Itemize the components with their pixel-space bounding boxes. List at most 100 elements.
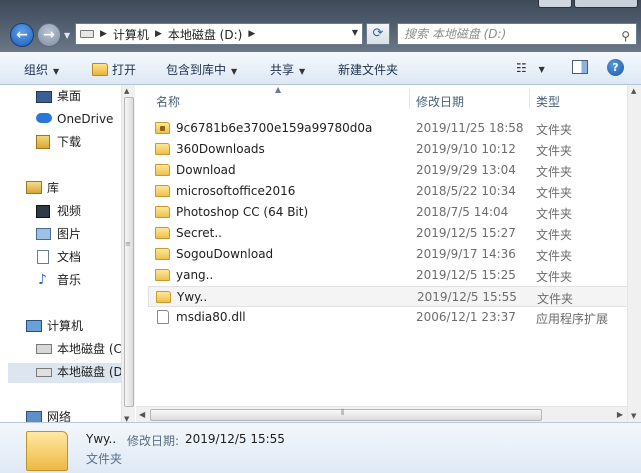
file-modified-date: 2019/12/5 15:27 bbox=[416, 226, 516, 240]
details-type: 文件夹 bbox=[86, 452, 123, 466]
nav-item-computer[interactable]: 计算机 bbox=[47, 316, 83, 336]
pictures-icon bbox=[36, 228, 51, 240]
nav-item-videos[interactable]: 视频 bbox=[57, 201, 81, 221]
nav-item-documents[interactable]: 文档 bbox=[57, 247, 81, 267]
breadcrumb-separator-icon[interactable]: ▶ bbox=[155, 29, 162, 39]
share-button[interactable]: 共享 ▼ bbox=[270, 61, 305, 78]
file-type: 文件夹 bbox=[536, 249, 573, 263]
file-modified-date: 2018/5/22 10:34 bbox=[416, 184, 516, 198]
file-type: 文件夹 bbox=[536, 165, 573, 179]
file-modified-date: 2006/12/1 23:37 bbox=[416, 310, 516, 324]
file-modified-date: 2019/9/29 13:04 bbox=[416, 163, 516, 177]
file-list-horizontal-scrollbar[interactable]: ◀ ⦀ ▶ bbox=[136, 406, 627, 422]
file-name: microsoftoffice2016 bbox=[176, 184, 296, 198]
nav-item-desktop[interactable]: 桌面 bbox=[57, 86, 81, 106]
drive-d-icon bbox=[36, 368, 52, 377]
scroll-down-icon[interactable]: ▼ bbox=[631, 412, 636, 420]
nav-item-library[interactable]: 库 bbox=[47, 178, 59, 198]
videos-icon bbox=[36, 205, 50, 218]
nav-pane-scrollbar[interactable]: ▲ ≡ ▼ bbox=[121, 85, 135, 425]
open-button[interactable]: 打开 bbox=[92, 61, 136, 78]
close-button[interactable] bbox=[574, 0, 638, 8]
grip-icon: ≡ bbox=[125, 240, 131, 248]
drive-c-icon bbox=[36, 344, 52, 354]
file-type: 文件夹 bbox=[536, 270, 573, 284]
breadcrumb-computer[interactable]: 计算机 bbox=[113, 26, 149, 43]
table-row[interactable]: microsoftoffice2016 2018/5/22 10:34 文件夹 bbox=[148, 181, 634, 202]
change-view-button[interactable]: ☷ ▼ bbox=[516, 61, 545, 75]
nav-item-music[interactable]: 音乐 bbox=[57, 270, 81, 290]
column-header-type[interactable]: 类型 bbox=[536, 93, 560, 110]
address-dropdown-icon[interactable]: ▼ bbox=[352, 28, 358, 37]
help-icon[interactable]: ? bbox=[607, 59, 624, 76]
recent-pages-dropdown[interactable]: ▼ bbox=[64, 31, 70, 40]
file-type: 应用程序扩展 bbox=[536, 312, 609, 326]
scroll-up-icon[interactable]: ▲ bbox=[124, 87, 129, 95]
file-type: 文件夹 bbox=[536, 144, 573, 158]
open-folder-icon bbox=[92, 63, 108, 76]
nav-item-pictures[interactable]: 图片 bbox=[57, 224, 81, 244]
preview-pane-button[interactable] bbox=[572, 60, 588, 74]
file-type: 文件夹 bbox=[537, 292, 574, 306]
command-bar: 组织 ▼ 打开 包含到库中 ▼ 共享 ▼ 新建文件夹 ☷ ▼ ? bbox=[0, 52, 641, 85]
address-bar[interactable]: ▶ 计算机 ▶ 本地磁盘 (D:) ▶ ▼ bbox=[75, 23, 363, 45]
nav-item-drive-d[interactable]: 本地磁盘 (D bbox=[57, 362, 121, 382]
folder-icon bbox=[156, 291, 171, 303]
file-name: Ywy.. bbox=[177, 290, 208, 304]
search-icon[interactable]: ⚲ bbox=[621, 26, 630, 46]
forward-arrow-icon: → bbox=[43, 27, 55, 43]
file-name: Download bbox=[176, 163, 236, 177]
file-name: Photoshop CC (64 Bit) bbox=[176, 205, 309, 219]
file-modified-date: 2019/12/5 15:55 bbox=[417, 290, 517, 304]
file-list-vertical-scrollbar[interactable]: ▲ ▼ bbox=[627, 85, 641, 422]
breadcrumb-drive-d[interactable]: 本地磁盘 (D:) bbox=[168, 26, 242, 43]
table-row[interactable]: Secret.. 2019/12/5 15:27 文件夹 bbox=[148, 223, 634, 244]
refresh-button[interactable]: ⟳ bbox=[366, 23, 390, 45]
file-modified-date: 2018/7/5 14:04 bbox=[416, 205, 509, 219]
table-row[interactable]: Photoshop CC (64 Bit) 2018/7/5 14:04 文件夹 bbox=[148, 202, 634, 223]
organize-button[interactable]: 组织 ▼ bbox=[24, 61, 59, 78]
forward-button[interactable]: → bbox=[37, 23, 61, 47]
scroll-right-icon[interactable]: ▶ bbox=[617, 410, 623, 419]
view-options-icon: ☷ bbox=[516, 61, 527, 75]
folder-icon bbox=[155, 248, 170, 260]
scroll-up-icon[interactable]: ▲ bbox=[631, 87, 636, 95]
file-name: 360Downloads bbox=[176, 142, 265, 156]
sort-indicator-icon: ▲ bbox=[275, 85, 282, 94]
table-row[interactable]: msdia80.dll 2006/12/1 23:37 应用程序扩展 bbox=[148, 307, 634, 328]
scroll-left-icon[interactable]: ◀ bbox=[139, 410, 145, 419]
library-icon bbox=[26, 181, 42, 194]
table-row[interactable]: yang.. 2019/12/5 15:25 文件夹 bbox=[148, 265, 634, 286]
table-row[interactable]: Ywy.. 2019/12/5 15:55 文件夹 bbox=[148, 286, 634, 307]
file-name: yang.. bbox=[176, 268, 214, 282]
scrollbar-thumb[interactable] bbox=[150, 409, 542, 421]
column-divider[interactable] bbox=[409, 89, 410, 109]
include-in-library-button[interactable]: 包含到库中 ▼ bbox=[166, 61, 237, 78]
table-row[interactable]: 9c6781b6e3700e159a99780d0a 2019/11/25 18:… bbox=[148, 118, 634, 139]
breadcrumb-separator-icon[interactable]: ▶ bbox=[248, 29, 255, 39]
table-row[interactable]: Download 2019/9/29 13:04 文件夹 bbox=[148, 160, 634, 181]
column-header-name[interactable]: 名称 bbox=[156, 93, 180, 110]
search-placeholder: 搜索 本地磁盘 (D:) bbox=[404, 27, 507, 41]
nav-item-downloads[interactable]: 下载 bbox=[57, 132, 81, 152]
onedrive-icon bbox=[36, 113, 52, 123]
downloads-icon bbox=[36, 135, 50, 149]
minimize-button[interactable] bbox=[538, 0, 572, 8]
new-folder-button[interactable]: 新建文件夹 bbox=[338, 61, 398, 78]
nav-item-onedrive[interactable]: OneDrive bbox=[57, 109, 113, 129]
breadcrumb-separator-icon[interactable]: ▶ bbox=[100, 29, 107, 39]
table-row[interactable]: SogouDownload 2019/9/17 14:36 文件夹 bbox=[148, 244, 634, 265]
folder-icon bbox=[155, 143, 170, 155]
file-name: msdia80.dll bbox=[176, 310, 246, 324]
search-input[interactable]: 搜索 本地磁盘 (D:) ⚲ bbox=[397, 23, 637, 45]
back-button[interactable]: ← bbox=[10, 23, 34, 47]
refresh-icon: ⟳ bbox=[372, 26, 384, 41]
scrollbar-thumb[interactable] bbox=[124, 97, 134, 407]
file-modified-date: 2019/11/25 18:58 bbox=[416, 121, 524, 135]
nav-item-drive-c[interactable]: 本地磁盘 (C bbox=[57, 339, 121, 359]
folder-icon bbox=[155, 164, 170, 176]
column-divider[interactable] bbox=[529, 89, 530, 109]
table-row[interactable]: 360Downloads 2019/9/10 10:12 文件夹 bbox=[148, 139, 634, 160]
column-header-modified[interactable]: 修改日期 bbox=[416, 93, 464, 110]
desktop-icon bbox=[36, 91, 52, 103]
